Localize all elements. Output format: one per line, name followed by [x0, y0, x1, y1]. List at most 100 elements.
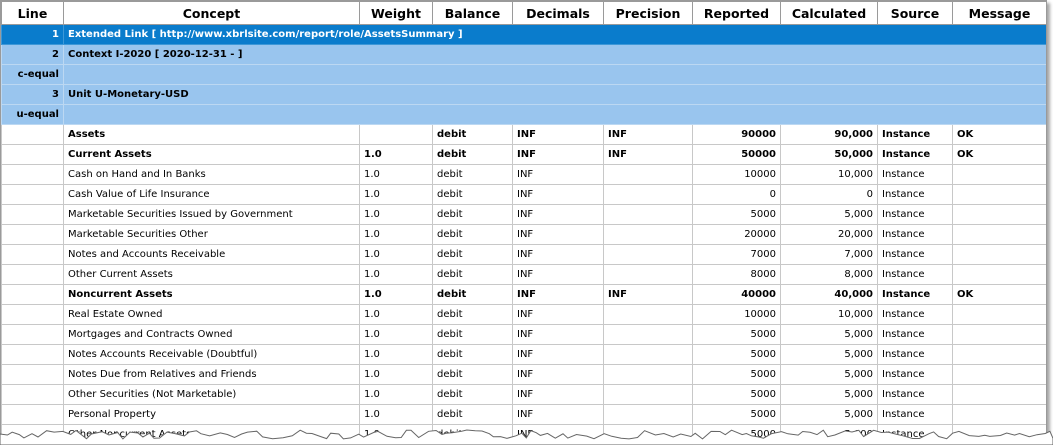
- col-header-decimals[interactable]: Decimals: [512, 1, 604, 25]
- table-row[interactable]: Cash Value of Life Insurance 1.0 debit INF 0…: [1, 184, 1046, 205]
- col-header-precision[interactable]: Precision: [603, 1, 693, 25]
- concept-cell: Real Estate Owned: [63, 304, 360, 325]
- group-header-row[interactable]: 1 Extended Link [ http://www.xbrlsite.com…: [1, 24, 1046, 45]
- group-header-row[interactable]: c-equal: [1, 64, 1046, 85]
- col-header-line[interactable]: Line: [1, 1, 64, 25]
- table-row[interactable]: Personal Property 1.0 debit INF 5000 5,000 Ins…: [1, 404, 1046, 425]
- concept-cell: Notes and Accounts Receivable: [63, 244, 360, 265]
- message-cell: [952, 224, 1046, 245]
- line-cell: [1, 384, 64, 405]
- table-row[interactable]: Real Estate Owned 1.0 debit INF 10000 10,000 I…: [1, 304, 1046, 325]
- table-row[interactable]: Notes Accounts Receivable (Doubtful) 1.0 d…: [1, 344, 1046, 365]
- line-cell: [1, 344, 64, 365]
- table-row[interactable]: Notes Due from Relatives and Friends 1.0 d…: [1, 364, 1046, 385]
- source-cell: Instance: [877, 244, 953, 265]
- precision-cell: [603, 344, 693, 365]
- source-cell: Instance: [877, 344, 953, 365]
- decimals-cell: INF: [512, 364, 604, 385]
- weight-cell: 1.0: [359, 324, 433, 345]
- concept-cell: Personal Property: [63, 404, 360, 425]
- balance-cell: debit: [432, 164, 513, 185]
- calculated-cell: 10,000: [780, 304, 878, 325]
- balance-cell: debit: [432, 124, 513, 145]
- source-cell: Instance: [877, 164, 953, 185]
- weight-cell: [359, 124, 433, 145]
- table-row[interactable]: Noncurrent Assets 1.0 debit INF INF 40000 40,0…: [1, 284, 1046, 305]
- line-number: c-equal: [1, 64, 64, 85]
- line-cell: [1, 164, 64, 185]
- precision-cell: [603, 384, 693, 405]
- group-header-row[interactable]: u-equal: [1, 104, 1046, 125]
- calculation-table: Line Concept Weight Balance Decimals Pre…: [1, 1, 1046, 444]
- line-cell: [1, 184, 64, 205]
- col-header-calculated[interactable]: Calculated: [780, 1, 878, 25]
- col-header-message[interactable]: Message: [952, 1, 1046, 25]
- precision-cell: [603, 304, 693, 325]
- line-cell: [1, 244, 64, 265]
- balance-cell: debit: [432, 264, 513, 285]
- line-number: 1: [1, 24, 64, 45]
- source-cell: Instance: [877, 324, 953, 345]
- source-cell: Instance: [877, 184, 953, 205]
- concept-cell: Current Assets: [63, 144, 360, 165]
- precision-cell: [603, 164, 693, 185]
- table-row[interactable]: Mortgages and Contracts Owned 1.0 debit INF…: [1, 324, 1046, 345]
- reported-cell: 10000: [692, 164, 781, 185]
- precision-cell: [603, 244, 693, 265]
- decimals-cell: INF: [512, 244, 604, 265]
- balance-cell: debit: [432, 144, 513, 165]
- weight-cell: 1.0: [359, 224, 433, 245]
- table-row[interactable]: Cash on Hand and In Banks 1.0 debit INF 1000…: [1, 164, 1046, 185]
- message-cell: [952, 364, 1046, 385]
- weight-cell: 1.0: [359, 164, 433, 185]
- col-header-weight[interactable]: Weight: [359, 1, 433, 25]
- reported-cell: 20000: [692, 224, 781, 245]
- line-cell: [1, 284, 64, 305]
- calculated-cell: 7,000: [780, 244, 878, 265]
- message-cell: OK: [952, 284, 1046, 305]
- table-row[interactable]: Other Securities (Not Marketable) 1.0 debi…: [1, 384, 1046, 405]
- concept-cell: Notes Accounts Receivable (Doubtful): [63, 344, 360, 365]
- table-row[interactable]: Current Assets 1.0 debit INF INF 50000 50,000 I…: [1, 144, 1046, 165]
- line-number: 2: [1, 44, 64, 65]
- message-cell: OK: [952, 144, 1046, 165]
- group-header-row[interactable]: 2 Context I-2020 [ 2020-12-31 - ]: [1, 44, 1046, 65]
- reported-cell: 10000: [692, 304, 781, 325]
- reported-cell: 5000: [692, 364, 781, 385]
- calculated-cell: 50,000: [780, 144, 878, 165]
- concept-cell: Mortgages and Contracts Owned: [63, 324, 360, 345]
- weight-cell: 1.0: [359, 344, 433, 365]
- decimals-cell: INF: [512, 204, 604, 225]
- weight-cell: 1.0: [359, 304, 433, 325]
- precision-cell: INF: [603, 284, 693, 305]
- col-header-reported[interactable]: Reported: [692, 1, 781, 25]
- table-row[interactable]: Marketable Securities Other 1.0 debit INF 20…: [1, 224, 1046, 245]
- precision-cell: [603, 264, 693, 285]
- line-cell: [1, 144, 64, 165]
- table-row[interactable]: Notes and Accounts Receivable 1.0 debit INF…: [1, 244, 1046, 265]
- weight-cell: 1.0: [359, 244, 433, 265]
- group-header-row[interactable]: 3 Unit U-Monetary-USD: [1, 84, 1046, 105]
- col-header-source[interactable]: Source: [877, 1, 953, 25]
- concept-cell: Cash Value of Life Insurance: [63, 184, 360, 205]
- message-cell: [952, 184, 1046, 205]
- decimals-cell: INF: [512, 384, 604, 405]
- calculated-cell: 5,000: [780, 204, 878, 225]
- report-panel: Line Concept Weight Balance Decimals Pre…: [0, 0, 1047, 445]
- line-cell: [1, 364, 64, 385]
- decimals-cell: INF: [512, 164, 604, 185]
- table-row[interactable]: Marketable Securities Issued by Governme…: [1, 204, 1046, 225]
- reported-cell: 8000: [692, 264, 781, 285]
- balance-cell: debit: [432, 344, 513, 365]
- decimals-cell: INF: [512, 224, 604, 245]
- table-row[interactable]: Assets debit INF INF 90000 90,000 Instance OK: [1, 124, 1046, 145]
- concept-cell: Notes Due from Relatives and Friends: [63, 364, 360, 385]
- col-header-concept[interactable]: Concept: [63, 1, 360, 25]
- group-header-text: Context I-2020 [ 2020-12-31 - ]: [63, 44, 1046, 65]
- decimals-cell: INF: [512, 184, 604, 205]
- reported-cell: 0: [692, 184, 781, 205]
- table-row[interactable]: Other Current Assets 1.0 debit INF 8000 8,000…: [1, 264, 1046, 285]
- decimals-cell: INF: [512, 324, 604, 345]
- calculated-cell: 5,000: [780, 344, 878, 365]
- col-header-balance[interactable]: Balance: [432, 1, 513, 25]
